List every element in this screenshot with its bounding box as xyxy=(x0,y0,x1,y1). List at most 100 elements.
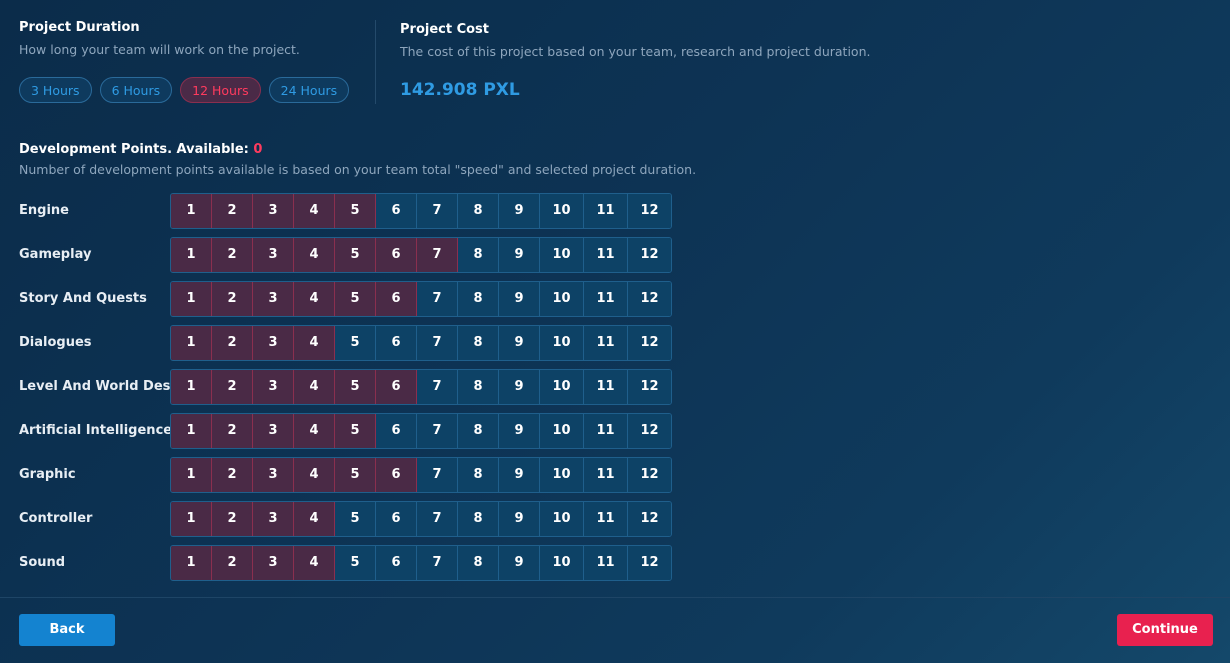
level-cell-4[interactable]: 4 xyxy=(294,458,335,492)
level-cell-11[interactable]: 11 xyxy=(584,458,628,492)
level-cell-9[interactable]: 9 xyxy=(499,370,540,404)
level-cell-12[interactable]: 12 xyxy=(628,502,671,536)
level-cell-8[interactable]: 8 xyxy=(458,502,499,536)
level-cell-12[interactable]: 12 xyxy=(628,414,671,448)
duration-option-12-hours[interactable]: 12 Hours xyxy=(180,77,261,103)
level-cell-2[interactable]: 2 xyxy=(212,238,253,272)
level-cell-4[interactable]: 4 xyxy=(294,282,335,316)
level-cell-2[interactable]: 2 xyxy=(212,458,253,492)
level-cell-11[interactable]: 11 xyxy=(584,546,628,580)
level-cell-2[interactable]: 2 xyxy=(212,282,253,316)
level-cell-3[interactable]: 3 xyxy=(253,326,294,360)
level-cell-10[interactable]: 10 xyxy=(540,370,584,404)
duration-option-24-hours[interactable]: 24 Hours xyxy=(268,77,350,103)
level-cell-3[interactable]: 3 xyxy=(253,546,294,580)
level-cell-7[interactable]: 7 xyxy=(417,502,458,536)
level-cell-1[interactable]: 1 xyxy=(171,458,212,492)
level-cell-8[interactable]: 8 xyxy=(458,414,499,448)
level-cell-5[interactable]: 5 xyxy=(335,502,376,536)
level-cell-6[interactable]: 6 xyxy=(376,238,417,272)
level-cell-2[interactable]: 2 xyxy=(212,546,253,580)
level-cell-8[interactable]: 8 xyxy=(458,458,499,492)
level-cell-7[interactable]: 7 xyxy=(417,326,458,360)
level-cell-1[interactable]: 1 xyxy=(171,194,212,228)
level-cell-6[interactable]: 6 xyxy=(376,502,417,536)
level-cell-12[interactable]: 12 xyxy=(628,194,671,228)
level-cell-12[interactable]: 12 xyxy=(628,546,671,580)
level-cell-10[interactable]: 10 xyxy=(540,326,584,360)
level-cell-10[interactable]: 10 xyxy=(540,458,584,492)
level-cell-8[interactable]: 8 xyxy=(458,370,499,404)
level-cell-3[interactable]: 3 xyxy=(253,194,294,228)
level-cell-6[interactable]: 6 xyxy=(376,370,417,404)
level-cell-7[interactable]: 7 xyxy=(417,546,458,580)
level-cell-4[interactable]: 4 xyxy=(294,502,335,536)
level-cell-2[interactable]: 2 xyxy=(212,414,253,448)
level-cell-2[interactable]: 2 xyxy=(212,370,253,404)
level-cell-5[interactable]: 5 xyxy=(335,458,376,492)
level-cell-7[interactable]: 7 xyxy=(417,282,458,316)
level-cell-9[interactable]: 9 xyxy=(499,414,540,448)
level-cell-12[interactable]: 12 xyxy=(628,282,671,316)
back-button[interactable]: Back xyxy=(19,614,115,646)
level-cell-8[interactable]: 8 xyxy=(458,282,499,316)
level-cell-4[interactable]: 4 xyxy=(294,238,335,272)
duration-option-6-hours[interactable]: 6 Hours xyxy=(99,77,173,103)
level-cell-4[interactable]: 4 xyxy=(294,194,335,228)
level-cell-4[interactable]: 4 xyxy=(294,414,335,448)
level-cell-10[interactable]: 10 xyxy=(540,502,584,536)
level-cell-9[interactable]: 9 xyxy=(499,458,540,492)
level-cell-6[interactable]: 6 xyxy=(376,546,417,580)
level-cell-3[interactable]: 3 xyxy=(253,502,294,536)
level-cell-4[interactable]: 4 xyxy=(294,326,335,360)
level-cell-10[interactable]: 10 xyxy=(540,414,584,448)
level-cell-3[interactable]: 3 xyxy=(253,458,294,492)
level-cell-1[interactable]: 1 xyxy=(171,326,212,360)
level-cell-12[interactable]: 12 xyxy=(628,238,671,272)
level-cell-8[interactable]: 8 xyxy=(458,238,499,272)
level-cell-1[interactable]: 1 xyxy=(171,414,212,448)
level-cell-3[interactable]: 3 xyxy=(253,238,294,272)
level-cell-9[interactable]: 9 xyxy=(499,546,540,580)
level-cell-10[interactable]: 10 xyxy=(540,194,584,228)
level-cell-1[interactable]: 1 xyxy=(171,238,212,272)
level-cell-12[interactable]: 12 xyxy=(628,458,671,492)
level-cell-5[interactable]: 5 xyxy=(335,238,376,272)
level-cell-9[interactable]: 9 xyxy=(499,282,540,316)
level-cell-9[interactable]: 9 xyxy=(499,238,540,272)
level-cell-9[interactable]: 9 xyxy=(499,502,540,536)
duration-option-3-hours[interactable]: 3 Hours xyxy=(19,77,92,103)
level-cell-5[interactable]: 5 xyxy=(335,194,376,228)
level-cell-8[interactable]: 8 xyxy=(458,326,499,360)
level-cell-7[interactable]: 7 xyxy=(417,414,458,448)
level-cell-5[interactable]: 5 xyxy=(335,326,376,360)
level-cell-2[interactable]: 2 xyxy=(212,502,253,536)
level-cell-4[interactable]: 4 xyxy=(294,546,335,580)
level-cell-1[interactable]: 1 xyxy=(171,546,212,580)
level-cell-4[interactable]: 4 xyxy=(294,370,335,404)
level-cell-6[interactable]: 6 xyxy=(376,458,417,492)
level-cell-3[interactable]: 3 xyxy=(253,282,294,316)
level-cell-5[interactable]: 5 xyxy=(335,414,376,448)
level-cell-6[interactable]: 6 xyxy=(376,282,417,316)
level-cell-9[interactable]: 9 xyxy=(499,194,540,228)
level-cell-5[interactable]: 5 xyxy=(335,370,376,404)
level-cell-9[interactable]: 9 xyxy=(499,326,540,360)
level-cell-10[interactable]: 10 xyxy=(540,546,584,580)
level-cell-11[interactable]: 11 xyxy=(584,326,628,360)
level-cell-2[interactable]: 2 xyxy=(212,194,253,228)
level-cell-10[interactable]: 10 xyxy=(540,238,584,272)
level-cell-3[interactable]: 3 xyxy=(253,414,294,448)
level-cell-11[interactable]: 11 xyxy=(584,502,628,536)
level-cell-8[interactable]: 8 xyxy=(458,194,499,228)
level-cell-1[interactable]: 1 xyxy=(171,370,212,404)
level-cell-7[interactable]: 7 xyxy=(417,458,458,492)
level-cell-1[interactable]: 1 xyxy=(171,502,212,536)
level-cell-6[interactable]: 6 xyxy=(376,194,417,228)
level-cell-5[interactable]: 5 xyxy=(335,282,376,316)
level-cell-7[interactable]: 7 xyxy=(417,194,458,228)
level-cell-10[interactable]: 10 xyxy=(540,282,584,316)
level-cell-11[interactable]: 11 xyxy=(584,194,628,228)
level-cell-6[interactable]: 6 xyxy=(376,326,417,360)
level-cell-7[interactable]: 7 xyxy=(417,370,458,404)
